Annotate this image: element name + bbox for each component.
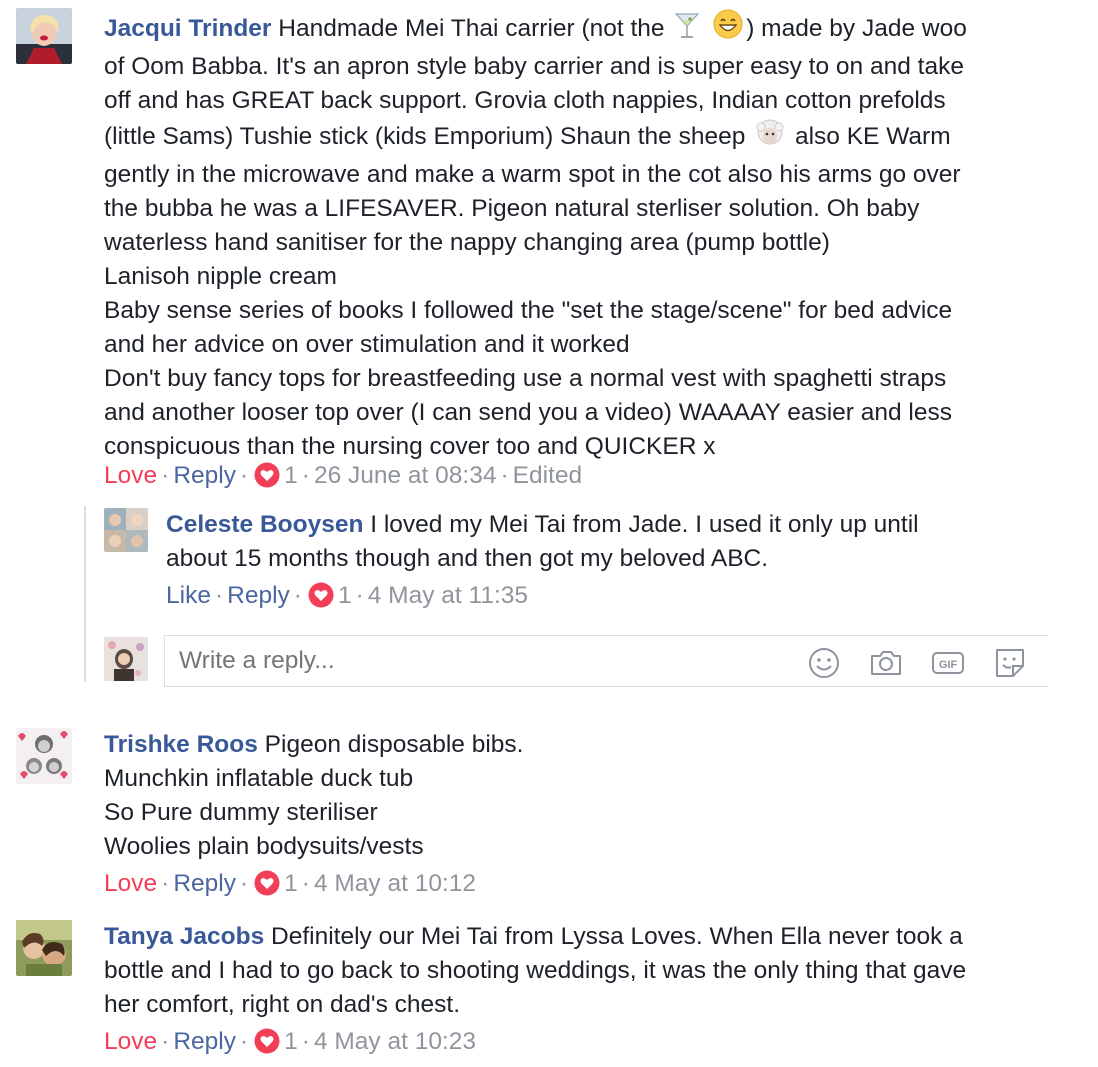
- comment-text: Munchkin inflatable duck tub: [104, 765, 414, 792]
- svg-text:GIF: GIF: [939, 659, 958, 671]
- comment-text: waterless hand sanitiser for the nappy c…: [104, 229, 830, 256]
- reply-button[interactable]: Reply: [227, 582, 290, 609]
- avatar[interactable]: [16, 8, 72, 64]
- comment-text: Handmade Mei Thai carrier (not the: [278, 15, 665, 42]
- avatar[interactable]: [104, 508, 148, 552]
- smiley-icon[interactable]: [806, 645, 842, 681]
- timestamp[interactable]: 26 June at 08:34: [314, 462, 497, 489]
- reply-button[interactable]: Reply: [173, 462, 236, 489]
- comment-text: I loved my Mei Tai from Jade. I used it …: [370, 511, 919, 538]
- sticker-icon[interactable]: [992, 645, 1028, 681]
- comment-text: ) made by Jade woo: [746, 15, 967, 42]
- reaction-count[interactable]: 1: [338, 582, 352, 609]
- comment-body: Jacqui Trinder Handmade Mei Thai carrier…: [104, 8, 1084, 464]
- heart-reaction-icon[interactable]: [254, 462, 280, 488]
- comment-text: about 15 months though and then got my b…: [166, 545, 769, 572]
- love-button[interactable]: Love: [104, 870, 157, 897]
- reply-button[interactable]: Reply: [173, 870, 236, 897]
- comment-actions: Love · Reply · 1 · 26 June at 08:34 · Edited: [104, 462, 583, 489]
- comment-body: Celeste Booysen I loved my Mei Tai from …: [166, 508, 1046, 576]
- reply-thread-line: [84, 506, 86, 682]
- comment-text: bottle and I had to go back to shooting …: [104, 957, 967, 984]
- reaction-count[interactable]: 1: [284, 870, 298, 897]
- timestamp[interactable]: 4 May at 11:35: [368, 582, 528, 609]
- sheep-face-icon: [754, 118, 786, 158]
- reaction-count[interactable]: 1: [284, 462, 298, 489]
- comment-text: also KE Warm: [788, 123, 951, 150]
- author-name[interactable]: Celeste Booysen: [166, 511, 363, 538]
- love-button[interactable]: Love: [104, 462, 157, 489]
- heart-reaction-icon[interactable]: [254, 1028, 280, 1054]
- comment-text: of Oom Babba. It's an apron style baby c…: [104, 53, 964, 80]
- comment-text: gently in the microwave and make a warm …: [104, 161, 961, 188]
- avatar[interactable]: [16, 920, 72, 976]
- timestamp[interactable]: 4 May at 10:12: [314, 870, 476, 897]
- comment-body: Trishke Roos Pigeon disposable bibs. Mun…: [104, 728, 1084, 864]
- grinning-face-icon: [712, 8, 744, 50]
- comment-text: Definitely our Mei Tai from Lyssa Loves.…: [271, 923, 963, 950]
- comment-text: (little Sams) Tushie stick (kids Emporiu…: [104, 123, 746, 150]
- author-name[interactable]: Trishke Roos: [104, 731, 258, 758]
- comment-text: and another looser top over (I can send …: [104, 399, 953, 426]
- reaction-count[interactable]: 1: [284, 1028, 298, 1055]
- author-name[interactable]: Jacqui Trinder: [104, 15, 271, 42]
- like-button[interactable]: Like: [166, 582, 211, 609]
- gif-icon[interactable]: GIF: [930, 645, 966, 681]
- comment-text: Pigeon disposable bibs.: [264, 731, 524, 758]
- comment-body: Tanya Jacobs Definitely our Mei Tai from…: [104, 920, 1084, 1022]
- comment-actions: Love · Reply · 1 · 4 May at 10:23: [104, 1028, 477, 1055]
- comment-text: off and has GREAT back support. Grovia c…: [104, 87, 946, 114]
- comment-actions: Like · Reply · 1 · 4 May at 11:35: [166, 582, 529, 609]
- comment-text: Baby sense series of books I followed th…: [104, 297, 953, 324]
- heart-reaction-icon[interactable]: [308, 582, 334, 608]
- timestamp[interactable]: 4 May at 10:23: [314, 1028, 476, 1055]
- reply-button[interactable]: Reply: [173, 1028, 236, 1055]
- current-user-avatar: [104, 637, 148, 681]
- author-name[interactable]: Tanya Jacobs: [104, 923, 264, 950]
- comment-text: her comfort, right on dad's chest.: [104, 991, 461, 1018]
- comment-text: Woolies plain bodysuits/vests: [104, 833, 424, 860]
- cocktail-glass-icon: [673, 10, 701, 50]
- comment-text: Don't buy fancy tops for breastfeeding u…: [104, 365, 947, 392]
- reply-composer: GIF: [164, 635, 1048, 687]
- comment-text: So Pure dummy steriliser: [104, 799, 378, 826]
- camera-icon[interactable]: [868, 645, 904, 681]
- avatar[interactable]: [16, 728, 72, 784]
- love-button[interactable]: Love: [104, 1028, 157, 1055]
- heart-reaction-icon[interactable]: [254, 870, 280, 896]
- edited-label[interactable]: Edited: [513, 462, 582, 489]
- comment-actions: Love · Reply · 1 · 4 May at 10:12: [104, 870, 477, 897]
- comment-text: Lanisoh nipple cream: [104, 263, 337, 290]
- reply-input[interactable]: [179, 644, 779, 678]
- comment-text: the bubba he was a LIFESAVER. Pigeon nat…: [104, 195, 920, 222]
- comment-text: and her advice on over stimulation and i…: [104, 331, 630, 358]
